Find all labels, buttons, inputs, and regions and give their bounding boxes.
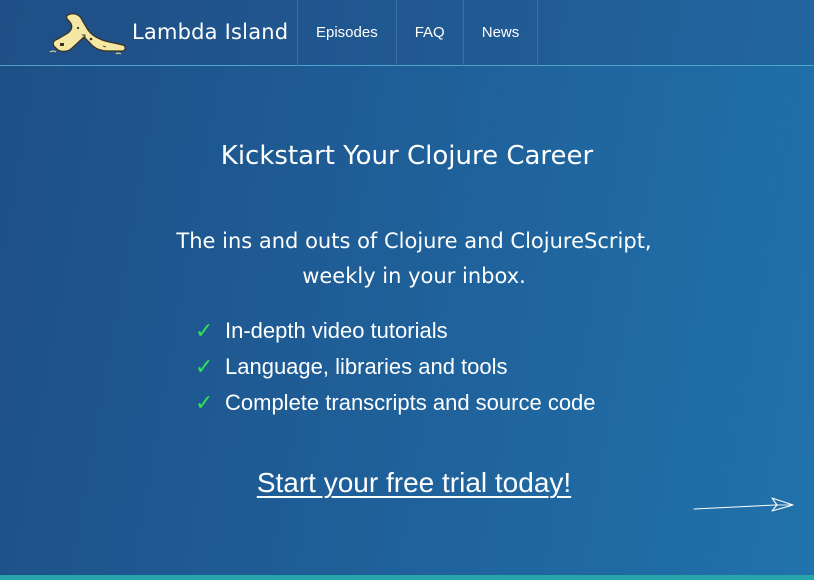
checkmark-icon: ✓ bbox=[195, 319, 214, 344]
brand-name[interactable]: Lambda Island bbox=[132, 18, 288, 46]
feature-text: Language, libraries and tools bbox=[225, 354, 508, 379]
main-nav: Episodes FAQ News bbox=[297, 0, 539, 66]
feature-item: ✓ Language, libraries and tools bbox=[195, 349, 596, 385]
nav-item-news[interactable]: News bbox=[462, 0, 539, 66]
checkmark-icon: ✓ bbox=[195, 355, 214, 380]
feature-item: ✓ Complete transcripts and source code bbox=[195, 385, 596, 421]
feature-list: ✓ In-depth video tutorials ✓ Language, lib… bbox=[195, 313, 596, 421]
hero-title: Kickstart Your Clojure Career bbox=[220, 141, 594, 171]
hero-subtitle: The ins and outs of Clojure and ClojureS… bbox=[0, 224, 814, 294]
island-lambda-logo-icon[interactable] bbox=[48, 8, 132, 58]
free-trial-link[interactable]: Start your free trial today! bbox=[257, 467, 571, 498]
hero-subtitle-line: The ins and outs of Clojure and ClojureS… bbox=[176, 229, 652, 253]
checkmark-icon: ✓ bbox=[195, 391, 214, 416]
nav-item-faq[interactable]: FAQ bbox=[395, 0, 463, 66]
landing-page: Lambda Island Episodes FAQ News Kickstar… bbox=[0, 0, 814, 580]
bottom-accent-bar bbox=[0, 575, 814, 580]
nav-item-episodes[interactable]: Episodes bbox=[297, 0, 396, 66]
feature-text: In-depth video tutorials bbox=[225, 318, 448, 343]
paper-plane-arrow-icon bbox=[693, 497, 794, 512]
top-navbar: Lambda Island Episodes FAQ News bbox=[0, 0, 814, 66]
feature-text: Complete transcripts and source code bbox=[225, 390, 596, 415]
hero-subtitle-line: weekly in your inbox. bbox=[302, 264, 526, 288]
feature-item: ✓ In-depth video tutorials bbox=[195, 313, 596, 349]
